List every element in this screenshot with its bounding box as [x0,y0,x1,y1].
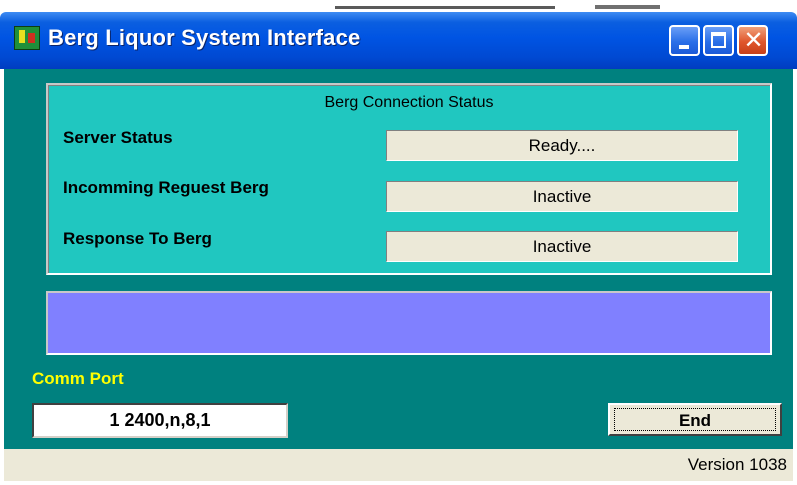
close-button[interactable]: ✕ [737,25,768,56]
frame-title: Berg Connection Status [324,94,494,111]
server-status-field: Ready.... [386,130,738,161]
version-label: Version 1038 [687,455,787,474]
end-button[interactable]: End [608,403,782,436]
close-icon: ✕ [743,26,764,54]
desktop-bar [595,5,660,9]
app-window: Berg Liquor System Interface ✕ Berg Conn… [0,12,797,485]
incoming-request-label: Incomming Reguest Berg [63,178,269,197]
desktop-bar [335,6,555,9]
incoming-request-field: Inactive [386,181,738,212]
comm-port-field[interactable]: 1 2400,n,8,1 [32,403,288,438]
message-panel [46,291,772,355]
response-field: Inactive [386,231,738,262]
connection-status-frame: Berg Connection Status Server Status Rea… [46,83,772,275]
response-label: Response To Berg [63,229,212,248]
window-title: Berg Liquor System Interface [48,25,361,50]
minimize-icon [679,45,689,49]
comm-port-label: Comm Port [32,369,124,388]
desktop-strip [0,0,797,12]
client-area: Berg Connection Status Server Status Rea… [4,69,793,481]
maximize-button[interactable] [703,25,734,56]
end-button-label: End [614,408,776,431]
maximize-icon [711,32,726,48]
server-status-label: Server Status [63,128,173,147]
status-bar: Version 1038 [4,449,793,481]
title-bar[interactable]: Berg Liquor System Interface ✕ [0,12,797,69]
app-icon[interactable] [14,26,40,50]
minimize-button[interactable] [669,25,700,56]
